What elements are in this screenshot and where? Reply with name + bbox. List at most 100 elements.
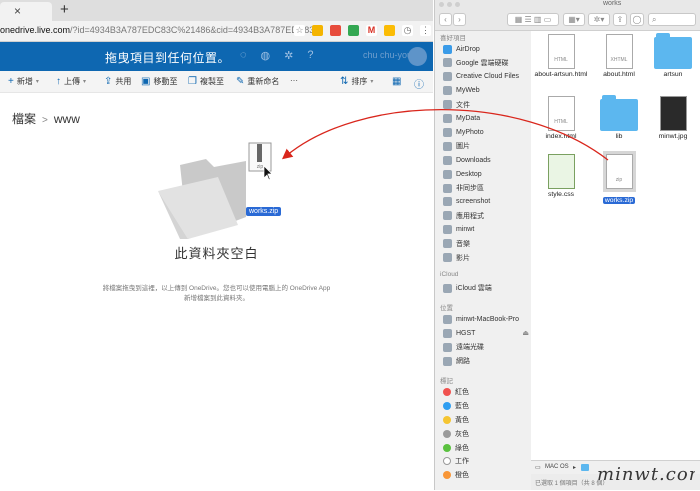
path-segment-disk[interactable]: MAC OS bbox=[545, 464, 569, 470]
sort-button[interactable]: ⇅ 排序 ▾ bbox=[340, 76, 373, 87]
copy-to-button[interactable]: ❐ 複製至 bbox=[188, 76, 224, 87]
file-item[interactable]: style.css bbox=[531, 154, 591, 198]
sidebar-item-label: 綠色 bbox=[455, 444, 469, 452]
gmail-icon[interactable]: M bbox=[366, 25, 377, 36]
sidebar-item[interactable]: 音樂 bbox=[443, 238, 529, 250]
sidebar-item[interactable]: 藍色 bbox=[443, 400, 529, 412]
file-item[interactable]: XHTML about.html bbox=[589, 34, 649, 78]
finder-file-area: HTML about-artsun.html XHTML about.html arts… bbox=[531, 31, 700, 460]
sidebar-item[interactable]: 遠端光碟 bbox=[443, 341, 529, 353]
tags-icon[interactable]: ◯ bbox=[630, 13, 644, 26]
file-item[interactable]: minwt.jpg bbox=[643, 96, 700, 140]
file-item-label: index.html bbox=[545, 133, 577, 140]
sidebar-item[interactable]: AirDrop bbox=[443, 43, 529, 55]
sidebar-item[interactable]: MyData bbox=[443, 113, 529, 125]
breadcrumb-files[interactable]: 檔案 bbox=[12, 112, 36, 126]
file-item[interactable]: HTML about-artsun.html bbox=[531, 34, 591, 78]
action-button[interactable]: ✲▾ bbox=[588, 13, 610, 26]
extension-red-icon[interactable] bbox=[330, 25, 341, 36]
tab-strip: × + bbox=[0, 0, 433, 21]
chat-icon[interactable]: ◌ bbox=[240, 49, 247, 62]
sidebar-item[interactable]: Downloads bbox=[443, 154, 529, 166]
music-icon bbox=[443, 239, 452, 249]
close-window-icon[interactable] bbox=[439, 2, 444, 7]
sidebar-item[interactable]: Desktop bbox=[443, 168, 529, 180]
sidebar-item[interactable]: 橙色 bbox=[443, 469, 529, 481]
sidebar-item[interactable]: 文件 bbox=[443, 99, 529, 111]
file-item[interactable]: zip works.zip bbox=[589, 151, 649, 207]
folder-icon bbox=[443, 114, 452, 123]
sidebar-item[interactable]: Google 雲端硬碟 bbox=[443, 57, 529, 69]
extension-clock-icon[interactable]: ◷ bbox=[402, 25, 413, 36]
address-bar[interactable]: onedrive.live.com/?id=4934B3A787EDC83C%2… bbox=[0, 21, 433, 42]
menu-icon[interactable]: ⋮ bbox=[420, 25, 431, 36]
drag-file-tag: zip bbox=[257, 164, 264, 170]
url-text[interactable]: onedrive.live.com/?id=4934B3A787EDC83C%2… bbox=[0, 25, 321, 35]
sidebar-item[interactable]: 非同步區 bbox=[443, 182, 529, 194]
extension-green-icon[interactable] bbox=[348, 25, 359, 36]
sidebar-item[interactable]: screenshot bbox=[443, 196, 529, 208]
file-item-label: artsun bbox=[663, 71, 683, 78]
sidebar-item-label: 非同步區 bbox=[456, 185, 484, 192]
sidebar-item[interactable]: 應用程式 bbox=[443, 210, 529, 222]
zoom-window-icon[interactable] bbox=[455, 2, 460, 7]
new-tab-button[interactable]: + bbox=[60, 1, 69, 18]
avatar[interactable] bbox=[408, 47, 427, 66]
sidebar-item[interactable]: Creative Cloud Files bbox=[443, 71, 529, 83]
sidebar-item[interactable]: 綠色 bbox=[443, 442, 529, 454]
network-icon bbox=[443, 356, 452, 366]
file-item[interactable]: HTML index.html bbox=[531, 96, 591, 140]
share-button[interactable]: ⇪ 共用 bbox=[104, 76, 131, 87]
sidebar-item[interactable]: 網路 bbox=[443, 355, 529, 367]
home-icon bbox=[443, 225, 452, 235]
sidebar-item[interactable]: minwt-MacBook-Pro bbox=[443, 313, 529, 325]
sidebar-section-header: 喜好項目 bbox=[440, 35, 466, 42]
move-to-button[interactable]: ▣ 移動至 bbox=[141, 76, 177, 87]
document-icon bbox=[443, 100, 452, 110]
close-tab-icon[interactable]: × bbox=[14, 4, 21, 18]
dragged-zip-file-icon[interactable]: zip bbox=[248, 142, 272, 206]
sidebar-item[interactable]: MyPhoto bbox=[443, 126, 529, 138]
view-mode-segmented[interactable]: ▦ ☰ ▥ ▭ bbox=[507, 13, 559, 26]
minimize-window-icon[interactable] bbox=[447, 2, 452, 7]
more-button[interactable]: ⋯ bbox=[290, 76, 298, 85]
sidebar-item[interactable]: HGST ⏏ bbox=[443, 327, 529, 339]
star-icon[interactable]: ☆ bbox=[294, 25, 305, 36]
user-name[interactable]: chu chu-you bbox=[363, 50, 412, 60]
sidebar-item[interactable]: 圖片 bbox=[443, 140, 529, 152]
sidebar-item[interactable]: iCloud 雲端 bbox=[443, 282, 529, 294]
arrange-button[interactable]: ▦▾ bbox=[563, 13, 585, 26]
eject-icon[interactable]: ⏏ bbox=[522, 329, 529, 337]
share-icon[interactable]: ⇪ bbox=[613, 13, 627, 26]
sidebar-item[interactable]: 紅色 bbox=[443, 386, 529, 398]
file-item-label: minwt.jpg bbox=[658, 133, 688, 140]
help-icon[interactable]: ? bbox=[307, 49, 313, 62]
share-label: 共用 bbox=[115, 77, 132, 86]
sidebar-item-label: minwt bbox=[456, 226, 475, 234]
path-folder-icon[interactable] bbox=[581, 464, 589, 471]
browser-window: × + onedrive.live.com/?id=4934B3A787EDC8… bbox=[0, 0, 433, 490]
browser-tab[interactable]: × bbox=[0, 2, 52, 21]
forward-button[interactable]: › bbox=[453, 13, 466, 26]
sidebar-item[interactable]: 影片 bbox=[443, 252, 529, 264]
search-input[interactable]: ⌕ bbox=[648, 13, 696, 26]
sidebar-item[interactable]: 灰色 bbox=[443, 428, 529, 440]
sidebar-item[interactable]: minwt bbox=[443, 224, 529, 236]
view-toggle[interactable]: ▦ bbox=[392, 76, 401, 87]
upload-button[interactable]: ↑ 上傳 ▾ bbox=[56, 76, 86, 87]
extension-orange-icon[interactable] bbox=[384, 25, 395, 36]
new-button[interactable]: + 新增 ▾ bbox=[8, 76, 39, 87]
info-button[interactable]: ⓘ bbox=[414, 76, 424, 91]
rename-button[interactable]: ✎ 重新命名 bbox=[236, 76, 279, 87]
sidebar-item[interactable]: 黃色 bbox=[443, 414, 529, 426]
gear-icon[interactable]: ✲ bbox=[284, 49, 293, 62]
back-button[interactable]: ‹ bbox=[439, 13, 452, 26]
file-item[interactable]: lib bbox=[589, 95, 649, 140]
sidebar-item[interactable]: MyWeb bbox=[443, 85, 529, 97]
extension-yellow-icon[interactable] bbox=[312, 25, 323, 36]
sidebar-item-label: 遠端光碟 bbox=[456, 344, 484, 352]
file-item[interactable]: artsun bbox=[643, 33, 700, 78]
bell-icon[interactable]: ◍ bbox=[261, 49, 271, 62]
sidebar-item[interactable]: 工作 bbox=[443, 455, 529, 467]
url-host: onedrive.live.com bbox=[0, 25, 71, 35]
